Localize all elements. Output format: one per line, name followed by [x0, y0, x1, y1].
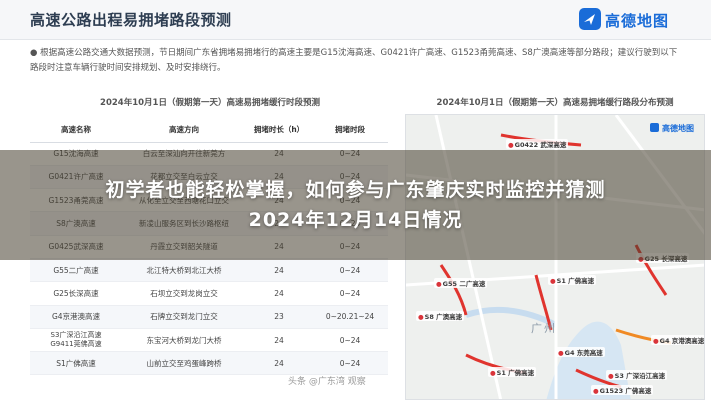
- cell-road: S3广深沿江高速 G9411莞佛高速: [30, 328, 122, 353]
- amap-logo-icon: [579, 8, 601, 30]
- location-pin-icon: ●: [490, 369, 496, 377]
- map-title: 2024年10月1日（假期第一天）高速易拥堵缓行路段分布预测: [436, 98, 674, 108]
- article-title-banner: 初学者也能轻松掌握，如何参与广东肇庆实时监控并猜测 2024年12月14日情况: [0, 150, 711, 260]
- map-road-label: ●S1 广佛高速: [548, 275, 597, 285]
- column-header-road: 高速名称: [30, 118, 122, 143]
- location-pin-icon: ●: [608, 372, 614, 380]
- map-road-label: ●S8 广澳高速: [416, 311, 465, 321]
- location-pin-icon: ●: [436, 280, 442, 288]
- map-logo-text: 高德地图: [662, 124, 694, 133]
- table-header-row: 高速名称 高速方向 拥堵时长（h） 拥堵时段: [30, 118, 388, 143]
- cell-period: 0~24: [312, 351, 388, 376]
- table-row: G55二广高速 北江特大桥到北江大桥 24 0~24: [30, 258, 388, 283]
- cell-road: S1广佛高速: [30, 351, 122, 376]
- cell-direction: 山前立交至鸡蛋峰跨桥: [122, 351, 246, 376]
- table-row: S1广佛高速 山前立交至鸡蛋峰跨桥 24 0~24: [30, 351, 388, 376]
- cell-road: G25长深高速: [30, 281, 122, 306]
- map-road-label: ●G4 东莞高速: [556, 347, 605, 357]
- cell-duration: 24: [246, 351, 312, 376]
- cell-period: 0~24: [312, 328, 388, 353]
- page-title: 高速公路出程易拥堵路段预测: [30, 11, 232, 29]
- table-title: 2024年10月1日（假期第一天）高速易拥堵缓行时段预测: [100, 98, 320, 108]
- cell-duration: 24: [246, 281, 312, 306]
- banner-title-line-2: 2024年12月14日情况: [248, 209, 463, 231]
- table-row: S3广深沿江高速 G9411莞佛高速 东宝河大桥到龙门大桥 24 0~24: [30, 328, 388, 353]
- table-row: G4京港澳高速 石牌立交到龙门立交 23 0~20.21~24: [30, 305, 388, 329]
- map-road-label: ●G4 京港澳高速: [651, 335, 705, 345]
- cell-period: 0~24: [312, 258, 388, 283]
- cell-direction: 石坝立交到龙岗立交: [122, 281, 246, 306]
- watermark: 头条 @广东湾 观察: [288, 377, 366, 387]
- cell-direction: 北江特大桥到北江大桥: [122, 258, 246, 283]
- table-row: G25长深高速 石坝立交到龙岗立交 24 0~24: [30, 281, 388, 306]
- cell-road: G55二广高速: [30, 258, 122, 283]
- amap-mark-icon: [650, 123, 659, 132]
- map-road-label: ●S1 广佛高速: [488, 367, 537, 377]
- location-pin-icon: ●: [550, 277, 556, 285]
- map-amap-logo: 高德地图: [650, 123, 694, 134]
- cell-period: 0~20.21~24: [312, 305, 388, 329]
- cell-duration: 24: [246, 258, 312, 283]
- map-road-label: ●G1523 广佛高速: [591, 385, 654, 395]
- location-pin-icon: ●: [508, 141, 514, 149]
- location-pin-icon: ●: [418, 313, 424, 321]
- cell-direction: 石牌立交到龙门立交: [122, 305, 246, 329]
- cell-road: G4京港澳高速: [30, 305, 122, 329]
- intro-paragraph: ● 根据高速公路交通大数据预测，节日期间广东省拥堵易拥堵行的高速主要是G15沈海…: [30, 48, 678, 73]
- location-pin-icon: ●: [653, 337, 659, 345]
- column-header-period: 拥堵时段: [312, 118, 388, 143]
- column-header-direction: 高速方向: [122, 118, 246, 143]
- map-city-label: 广州: [531, 322, 557, 335]
- map-road-label: ●G0422 武深高速: [506, 139, 569, 149]
- location-pin-icon: ●: [558, 349, 564, 357]
- map-road-label: ●G55 二广高速: [434, 278, 488, 288]
- cell-duration: 24: [246, 328, 312, 353]
- location-pin-icon: ●: [593, 387, 599, 395]
- cell-direction: 东宝河大桥到龙门大桥: [122, 328, 246, 353]
- header-bar: 高速公路出程易拥堵路段预测 高德地图: [0, 0, 711, 40]
- amap-logo-text: 高德地图: [605, 12, 670, 30]
- cell-duration: 23: [246, 305, 312, 329]
- map-road-label: ●S3 广深沿江高速: [606, 370, 668, 380]
- cell-period: 0~24: [312, 281, 388, 306]
- banner-title-line-1: 初学者也能轻松掌握，如何参与广东肇庆实时监控并猜测: [105, 179, 606, 201]
- amap-logo[interactable]: 高德地图: [578, 7, 688, 33]
- column-header-duration: 拥堵时长（h）: [246, 118, 312, 143]
